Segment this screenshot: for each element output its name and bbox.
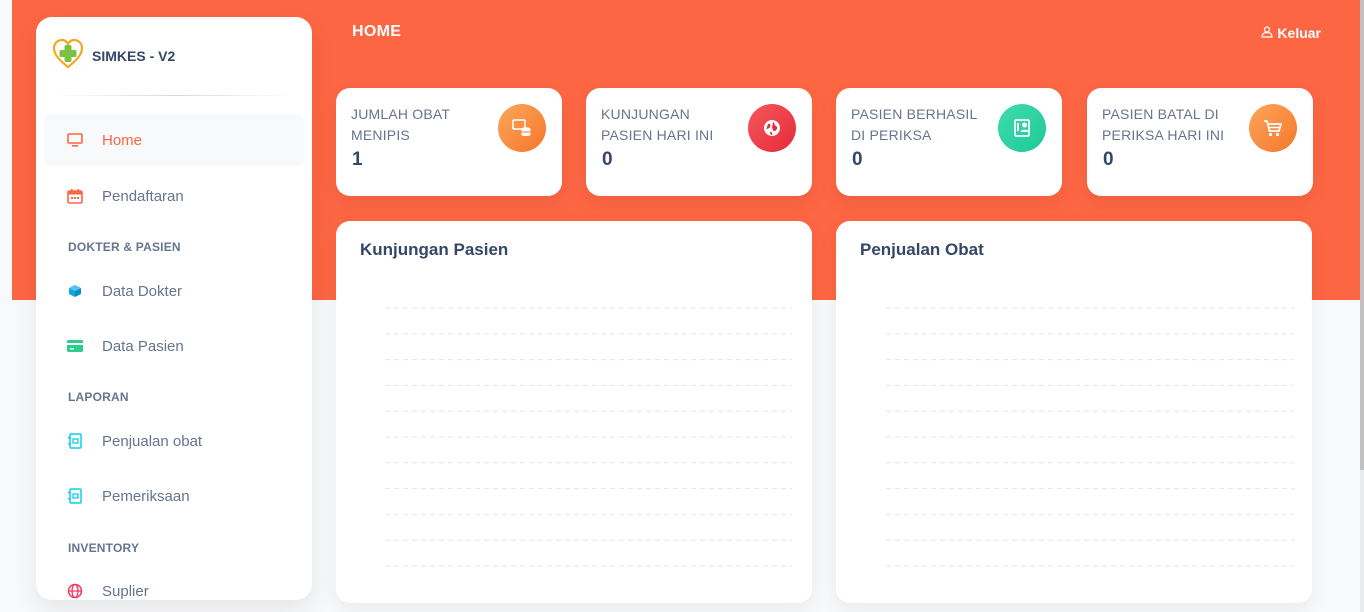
world-icon — [748, 104, 796, 152]
monitor-icon — [66, 131, 84, 149]
scrollbar-thumb[interactable] — [1360, 0, 1364, 470]
stat-label: PASIEN BERHASIL DI PERIKSA — [851, 106, 977, 143]
stat-label: KUNJUNGAN PASIEN HARI INI — [601, 106, 714, 143]
report-icon — [66, 487, 84, 505]
sidebar-item-label: Penjualan obat — [102, 432, 203, 450]
stat-value: 1 — [352, 149, 363, 170]
nav-section-dokter-pasien: DOKTER & PASIEN — [68, 240, 181, 254]
stat-card-kunjungan-pasien: KUNJUNGAN PASIEN HARI INI 0 — [586, 88, 812, 196]
sidebar-item-label: Pemeriksaan — [102, 487, 190, 505]
sidebar-item-penjualan-obat[interactable]: Penjualan obat — [44, 415, 304, 467]
chart-card-penjualan-obat: Penjualan Obat — [836, 221, 1312, 603]
sidebar-item-suplier[interactable]: Suplier — [44, 565, 304, 600]
sidebar: SIMKES - V2 Home Pendaftaran DOKTER & PA… — [36, 17, 312, 600]
brand-divider — [52, 95, 296, 96]
cart-icon — [1249, 104, 1297, 152]
kunjungan-pasien-chart — [385, 307, 792, 567]
brand[interactable]: SIMKES - V2 — [52, 38, 176, 75]
stat-card-obat-menipis: JUMLAH OBAT MENIPIS 1 — [336, 88, 562, 196]
sidebar-item-label: Data Dokter — [102, 282, 183, 300]
stat-label: JUMLAH OBAT MENIPIS — [351, 106, 450, 143]
logout-link[interactable]: Keluar — [1261, 25, 1321, 41]
user-icon — [1261, 25, 1274, 41]
page-title: HOME — [352, 23, 402, 40]
sidebar-item-home[interactable]: Home — [44, 114, 304, 166]
stat-value: 0 — [1103, 149, 1114, 170]
box-icon — [66, 282, 84, 300]
sidebar-item-data-dokter[interactable]: Data Dokter — [44, 265, 304, 317]
page-scrollbar[interactable] — [1360, 0, 1364, 612]
brand-name: SIMKES - V2 — [92, 48, 176, 64]
nav-section-inventory: INVENTORY — [68, 541, 140, 555]
stat-value: 0 — [852, 149, 863, 170]
report-icon — [66, 432, 84, 450]
sidebar-item-pendaftaran[interactable]: Pendaftaran — [44, 170, 304, 222]
sidebar-item-label: Pendaftaran — [102, 187, 184, 205]
sidebar-item-label: Suplier — [102, 582, 149, 600]
sidebar-item-label: Data Pasien — [102, 337, 184, 355]
sidebar-item-pemeriksaan[interactable]: Pemeriksaan — [44, 470, 304, 522]
sidebar-item-data-pasien[interactable]: Data Pasien — [44, 320, 304, 372]
card-icon — [66, 337, 84, 355]
chart-card-kunjungan-pasien: Kunjungan Pasien — [336, 221, 812, 603]
stat-label: PASIEN BATAL DI PERIKSA HARI INI — [1102, 106, 1225, 143]
globe-icon — [66, 582, 84, 600]
database-icon — [498, 104, 546, 152]
stat-card-pasien-batal: PASIEN BATAL DI PERIKSA HARI INI 0 — [1087, 88, 1313, 196]
sidebar-item-label: Home — [102, 131, 143, 149]
id-card-icon — [998, 104, 1046, 152]
penjualan-obat-chart — [886, 307, 1294, 567]
nav-section-laporan: LAPORAN — [68, 390, 129, 404]
calendar-icon — [66, 187, 84, 205]
stat-card-pasien-berhasil: PASIEN BERHASIL DI PERIKSA 0 — [836, 88, 1062, 196]
health-cross-logo-icon — [52, 38, 84, 75]
stat-value: 0 — [602, 149, 613, 170]
logout-label: Keluar — [1277, 25, 1321, 41]
